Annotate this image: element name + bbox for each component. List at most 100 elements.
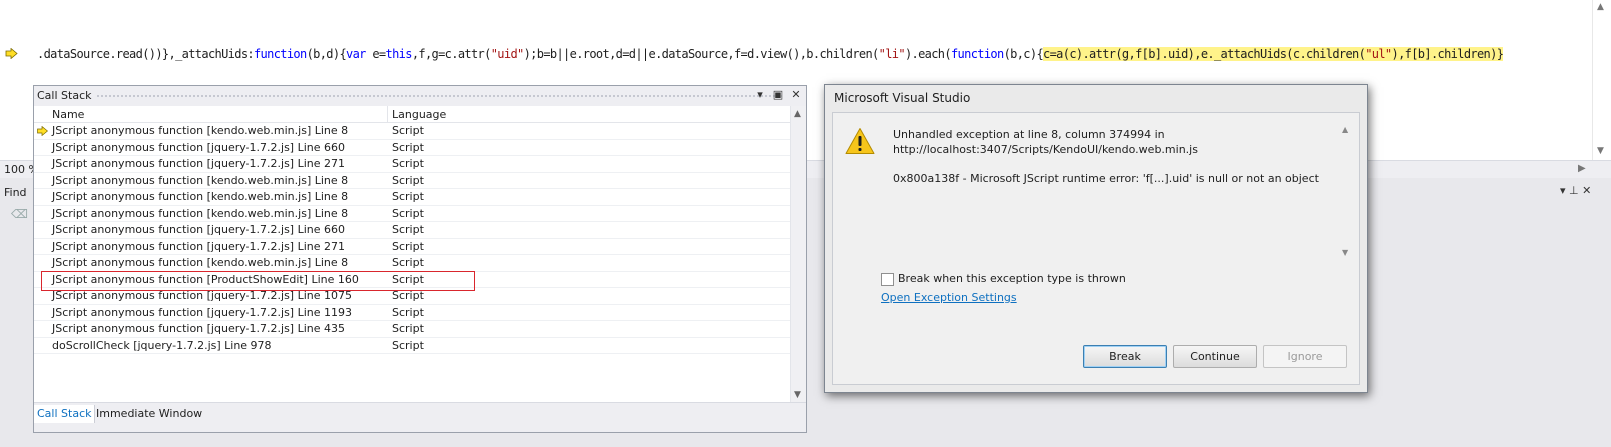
highlighted-statement: c=a(c).attr(g,f[b].uid),e._attachUids(c.… — [1043, 47, 1504, 61]
exception-source-url: http://localhost:3407/Scripts/KendoUI/ke… — [893, 143, 1198, 156]
frame-name: JScript anonymous function [kendo.web.mi… — [52, 190, 349, 203]
tab-call-stack[interactable]: Call Stack — [34, 405, 96, 423]
code-text: ,f,g=c.attr( — [411, 47, 492, 61]
frame-language: Script — [392, 305, 424, 319]
editor-vertical-scrollbar[interactable]: ▲ ▼ — [1592, 0, 1611, 160]
maximize-icon[interactable]: ▣ — [772, 88, 784, 101]
warning-icon — [845, 128, 875, 154]
dropdown-icon[interactable]: ▾ — [754, 88, 766, 101]
editor-margin[interactable] — [0, 0, 30, 160]
frame-language: Script — [392, 157, 424, 170]
frame-name: JScript anonymous function [kendo.web.mi… — [52, 256, 349, 269]
frame-name: JScript anonymous function [kendo.web.mi… — [52, 173, 349, 187]
code-text: e= — [365, 47, 386, 61]
scroll-down-icon[interactable]: ▼ — [794, 390, 801, 400]
call-stack-row[interactable]: JScript anonymous function [jquery-1.7.2… — [34, 239, 790, 255]
call-stack-row[interactable]: JScript anonymous function [jquery-1.7.2… — [34, 305, 790, 321]
tab-immediate-window[interactable]: Immediate Window — [93, 405, 205, 423]
code-text: );b=b||e.root,d=d||e.dataSource,f=d.view… — [523, 47, 880, 61]
exception-error-text: 0x800a138f - Microsoft JScript runtime e… — [893, 172, 1319, 185]
break-on-exception-checkbox[interactable] — [881, 273, 894, 286]
call-stack-titlebar[interactable]: Call Stack ▾ ▣ ✕ — [34, 86, 806, 106]
break-button[interactable]: Break — [1083, 345, 1167, 368]
call-stack-title: Call Stack — [37, 89, 92, 102]
ignore-button[interactable]: Ignore — [1263, 345, 1347, 368]
call-stack-row[interactable]: JScript anonymous function [jquery-1.7.2… — [34, 156, 790, 173]
code-string: "ul" — [1365, 47, 1392, 61]
frame-language: Script — [392, 338, 424, 352]
frame-language: Script — [392, 223, 424, 236]
titlebar-grip[interactable] — [96, 94, 782, 99]
call-stack-row[interactable]: JScript anonymous function [jquery-1.7.2… — [34, 222, 790, 239]
call-stack-row[interactable]: JScript anonymous function [jquery-1.7.2… — [34, 288, 790, 305]
frame-language: Script — [392, 239, 424, 253]
dropdown-icon[interactable]: ▾ — [1560, 184, 1566, 197]
call-stack-rows: JScript anonymous function [kendo.web.mi… — [34, 123, 790, 354]
eraser-icon[interactable]: ⌫ — [11, 207, 28, 221]
call-stack-row[interactable]: JScript anonymous function [jquery-1.7.2… — [34, 140, 790, 156]
frame-name: JScript anonymous function [jquery-1.7.2… — [52, 140, 345, 154]
scroll-right-icon[interactable]: ▶ — [1578, 163, 1586, 174]
exception-message: Unhandled exception at line 8, column 37… — [893, 128, 1165, 141]
frame-language: Script — [392, 256, 424, 269]
column-header-language[interactable]: Language — [392, 108, 446, 121]
open-exception-settings-link[interactable]: Open Exception Settings — [881, 291, 1017, 304]
frame-name: doScrollCheck [jquery-1.7.2.js] Line 978 — [52, 338, 272, 352]
call-stack-row[interactable]: JScript anonymous function [kendo.web.mi… — [34, 189, 790, 206]
exception-message-area[interactable]: Unhandled exception at line 8, column 37… — [833, 113, 1359, 263]
frame-language: Script — [392, 206, 424, 220]
call-stack-window-buttons: ▾ ▣ ✕ — [754, 88, 802, 101]
code-line[interactable]: .dataSource.read())},_attachUids:functio… — [37, 47, 1504, 62]
exception-dialog: Microsoft Visual Studio Unhandled except… — [824, 84, 1368, 393]
call-stack-row-highlighted[interactable]: JScript anonymous function [ProductShowE… — [34, 270, 790, 290]
code-string: "uid" — [490, 47, 525, 61]
frame-name: JScript anonymous function [kendo.web.mi… — [52, 206, 349, 220]
call-stack-header: Name Language — [34, 106, 790, 123]
call-stack-row[interactable]: JScript anonymous function [kendo.web.mi… — [34, 206, 790, 222]
find-panel-title[interactable]: Find — [4, 186, 27, 199]
call-stack-row[interactable]: doScrollCheck [jquery-1.7.2.js] Line 978… — [34, 338, 790, 354]
continue-button[interactable]: Continue — [1173, 345, 1257, 368]
code-text: ),f[b].children)} — [1391, 47, 1504, 61]
find-panel-window-buttons: ▾ ⊥ ✕ — [1560, 184, 1591, 197]
frame-name: JScript anonymous function [jquery-1.7.2… — [52, 223, 345, 236]
scroll-down-icon[interactable]: ▼ — [1597, 146, 1604, 156]
break-on-exception-label[interactable]: Break when this exception type is thrown — [898, 272, 1126, 285]
frame-language: Script — [392, 124, 424, 137]
frame-language: Script — [392, 140, 424, 154]
code-keyword: var — [346, 47, 366, 61]
code-text: ).each( — [904, 47, 952, 61]
dialog-title[interactable]: Microsoft Visual Studio — [834, 91, 970, 105]
code-text: (b,c){ — [1003, 47, 1044, 61]
frame-name: JScript anonymous function [jquery-1.7.2… — [52, 157, 345, 170]
frame-name: JScript anonymous function [kendo.web.mi… — [52, 124, 349, 137]
close-icon[interactable]: ✕ — [790, 88, 802, 101]
frame-name: JScript anonymous function [jquery-1.7.2… — [52, 322, 345, 335]
message-scrollbar[interactable]: ▲ ▼ — [1341, 123, 1353, 257]
call-stack-row-current[interactable]: JScript anonymous function [kendo.web.mi… — [34, 123, 790, 140]
current-statement-arrow-icon — [5, 48, 18, 59]
code-keyword: this — [385, 47, 413, 61]
call-stack-row[interactable]: JScript anonymous function [kendo.web.mi… — [34, 255, 790, 272]
call-stack-row[interactable]: JScript anonymous function [jquery-1.7.2… — [34, 321, 790, 338]
code-string: "li" — [878, 47, 906, 61]
frame-name: JScript anonymous function [jquery-1.7.2… — [52, 239, 345, 253]
frame-language: Script — [392, 173, 424, 187]
call-stack-row[interactable]: JScript anonymous function [kendo.web.mi… — [34, 173, 790, 189]
frame-language: Script — [392, 289, 424, 302]
code-text: c=a(c).attr(g,f[b].uid),e._attachUids(c.… — [1043, 47, 1366, 61]
tool-window-tabs: Call Stack Immediate Window — [34, 402, 806, 432]
scroll-up-icon[interactable]: ▲ — [794, 109, 801, 119]
close-icon[interactable]: ✕ — [1582, 184, 1591, 197]
dialog-body: Unhandled exception at line 8, column 37… — [832, 112, 1360, 385]
code-text: .dataSource.read())},_attachUids: — [37, 47, 255, 61]
call-stack-scrollbar[interactable]: ▲ ▼ — [790, 106, 806, 402]
scroll-down-icon[interactable]: ▼ — [1342, 248, 1348, 257]
frame-language: Script — [392, 322, 424, 335]
scroll-up-icon[interactable]: ▲ — [1597, 2, 1604, 12]
column-divider[interactable] — [387, 106, 388, 123]
column-header-name[interactable]: Name — [52, 108, 84, 121]
pin-icon[interactable]: ⊥ — [1569, 184, 1579, 197]
scroll-up-icon[interactable]: ▲ — [1342, 125, 1348, 134]
frame-name: JScript anonymous function [jquery-1.7.2… — [52, 305, 352, 319]
